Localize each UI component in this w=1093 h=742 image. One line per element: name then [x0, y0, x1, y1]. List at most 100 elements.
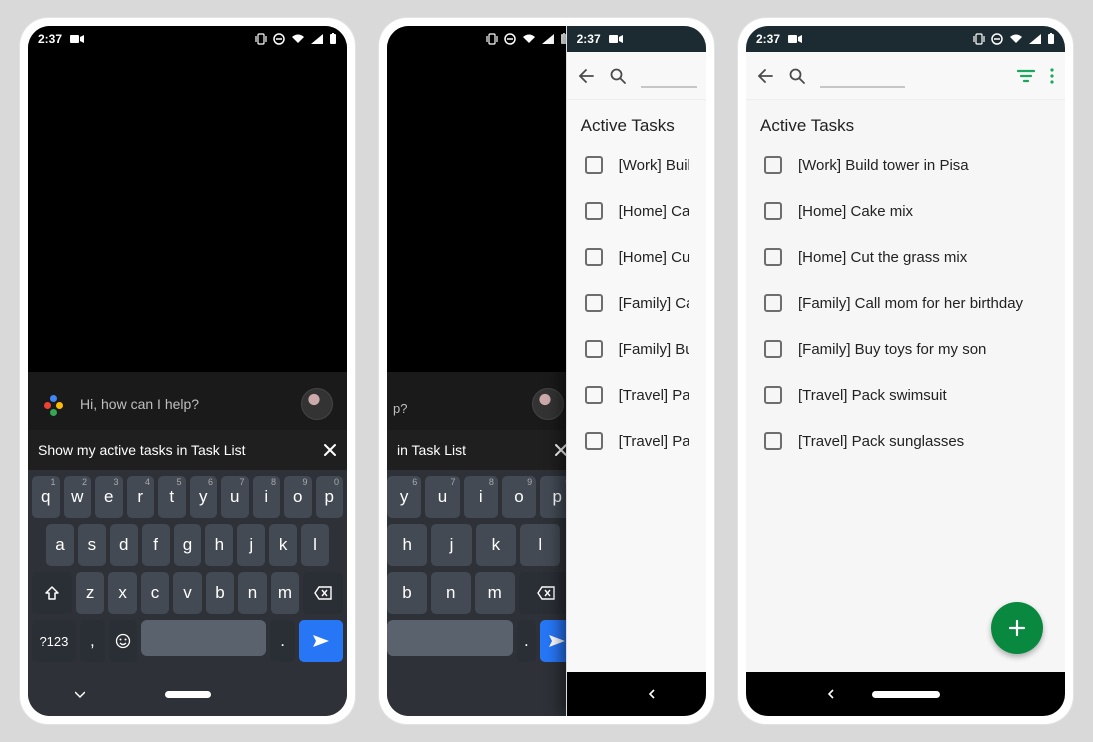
- assistant-query-bar[interactable]: Show my active tasks in Task List: [28, 430, 347, 470]
- checkbox-icon[interactable]: [585, 156, 603, 174]
- key-n[interactable]: n: [431, 572, 471, 614]
- key-symbols[interactable]: ?123: [32, 620, 76, 662]
- key-m[interactable]: m: [475, 572, 515, 614]
- key-i[interactable]: i8: [253, 476, 281, 518]
- key-r[interactable]: r4: [127, 476, 155, 518]
- checkbox-icon[interactable]: [585, 340, 603, 358]
- key-q[interactable]: q1: [32, 476, 60, 518]
- checkbox-icon[interactable]: [764, 156, 782, 174]
- checkbox-icon[interactable]: [764, 432, 782, 450]
- filter-icon[interactable]: [1017, 69, 1035, 83]
- key-p[interactable]: p0: [316, 476, 344, 518]
- key-e[interactable]: e3: [95, 476, 123, 518]
- key-k[interactable]: k: [476, 524, 516, 566]
- key-g[interactable]: g: [174, 524, 202, 566]
- task-item[interactable]: [Family] Call m: [567, 280, 706, 326]
- task-item[interactable]: [Work] Build t: [567, 142, 706, 188]
- key-z[interactable]: z: [76, 572, 104, 614]
- key-comma[interactable]: ,: [80, 620, 105, 662]
- task-item[interactable]: [Travel] Pack s: [567, 372, 706, 418]
- app-toolbar: [746, 52, 1065, 100]
- key-j[interactable]: j: [431, 524, 471, 566]
- key-emoji[interactable]: [109, 620, 137, 662]
- key-w[interactable]: w2: [64, 476, 92, 518]
- checkbox-icon[interactable]: [764, 386, 782, 404]
- key-l[interactable]: l: [520, 524, 560, 566]
- checkbox-icon[interactable]: [764, 202, 782, 220]
- add-task-fab[interactable]: [991, 602, 1043, 654]
- checkbox-icon[interactable]: [585, 248, 603, 266]
- key-o[interactable]: o9: [502, 476, 536, 518]
- task-item[interactable]: [Travel] Pack swimsuit: [746, 372, 1065, 418]
- checkbox-icon[interactable]: [764, 248, 782, 266]
- key-c[interactable]: c: [141, 572, 169, 614]
- key-k[interactable]: k: [269, 524, 297, 566]
- search-icon[interactable]: [788, 67, 806, 85]
- nav-home-pill[interactable]: [165, 691, 211, 698]
- key-space[interactable]: [141, 620, 266, 656]
- task-item[interactable]: [Home] Cut the grass mix: [746, 234, 1065, 280]
- key-m[interactable]: m: [271, 572, 299, 614]
- task-item[interactable]: [Family] Buy toys for my son: [746, 326, 1065, 372]
- nav-back-chevron-icon[interactable]: [75, 689, 85, 699]
- back-arrow-icon[interactable]: [756, 67, 774, 85]
- search-input[interactable]: [820, 64, 905, 88]
- search-icon[interactable]: [609, 67, 627, 85]
- checkbox-icon[interactable]: [764, 294, 782, 312]
- key-y[interactable]: y6: [190, 476, 218, 518]
- keyboard[interactable]: y6 u7 i8 o9 p0 h j k l b n: [387, 470, 578, 672]
- task-item[interactable]: [Family] Call mom for her birthday: [746, 280, 1065, 326]
- key-u[interactable]: u7: [425, 476, 459, 518]
- key-space[interactable]: [387, 620, 513, 656]
- checkbox-icon[interactable]: [585, 294, 603, 312]
- assistant-query-bar[interactable]: in Task List: [387, 430, 578, 470]
- key-t[interactable]: t5: [158, 476, 186, 518]
- key-o[interactable]: o9: [284, 476, 312, 518]
- key-f[interactable]: f: [142, 524, 170, 566]
- key-y[interactable]: y6: [387, 476, 421, 518]
- key-b[interactable]: b: [206, 572, 234, 614]
- wifi-icon: [291, 34, 305, 44]
- task-item[interactable]: [Home] Cake mix: [746, 188, 1065, 234]
- user-avatar[interactable]: [301, 388, 333, 420]
- key-h[interactable]: h: [387, 524, 427, 566]
- key-h[interactable]: h: [205, 524, 233, 566]
- close-icon[interactable]: [323, 443, 337, 457]
- key-backspace[interactable]: [303, 572, 343, 614]
- checkbox-icon[interactable]: [585, 432, 603, 450]
- vibrate-icon: [255, 33, 267, 45]
- task-item[interactable]: [Travel] Pack s: [567, 418, 706, 464]
- key-j[interactable]: j: [237, 524, 265, 566]
- task-item[interactable]: [Home] Cake: [567, 188, 706, 234]
- task-item[interactable]: [Travel] Pack sunglasses: [746, 418, 1065, 464]
- nav-home-pill[interactable]: [872, 691, 940, 698]
- more-vert-icon[interactable]: [1049, 67, 1055, 85]
- nav-back-chevron-icon[interactable]: [826, 689, 836, 699]
- task-item[interactable]: [Family] Buy t: [567, 326, 706, 372]
- key-u[interactable]: u7: [221, 476, 249, 518]
- key-s[interactable]: s: [78, 524, 106, 566]
- checkbox-icon[interactable]: [764, 340, 782, 358]
- keyboard[interactable]: q1 w2 e3 r4 t5 y6 u7 i8 o9 p0 a s d f g …: [28, 470, 347, 672]
- nav-back-chevron-icon[interactable]: [647, 689, 657, 699]
- key-i[interactable]: i8: [464, 476, 498, 518]
- key-n[interactable]: n: [238, 572, 266, 614]
- key-l[interactable]: l: [301, 524, 329, 566]
- key-x[interactable]: x: [108, 572, 136, 614]
- search-input[interactable]: [641, 64, 697, 88]
- key-b[interactable]: b: [387, 572, 427, 614]
- checkbox-icon[interactable]: [585, 202, 603, 220]
- key-period[interactable]: .: [270, 620, 295, 662]
- task-item[interactable]: [Work] Build tower in Pisa: [746, 142, 1065, 188]
- key-send[interactable]: [299, 620, 343, 662]
- task-text: [Home] Cut th: [619, 249, 689, 266]
- key-a[interactable]: a: [46, 524, 74, 566]
- key-period[interactable]: .: [517, 620, 536, 662]
- user-avatar[interactable]: [532, 388, 564, 420]
- checkbox-icon[interactable]: [585, 386, 603, 404]
- back-arrow-icon[interactable]: [577, 67, 595, 85]
- key-shift[interactable]: [32, 572, 72, 614]
- key-v[interactable]: v: [173, 572, 201, 614]
- task-item[interactable]: [Home] Cut th: [567, 234, 706, 280]
- key-d[interactable]: d: [110, 524, 138, 566]
